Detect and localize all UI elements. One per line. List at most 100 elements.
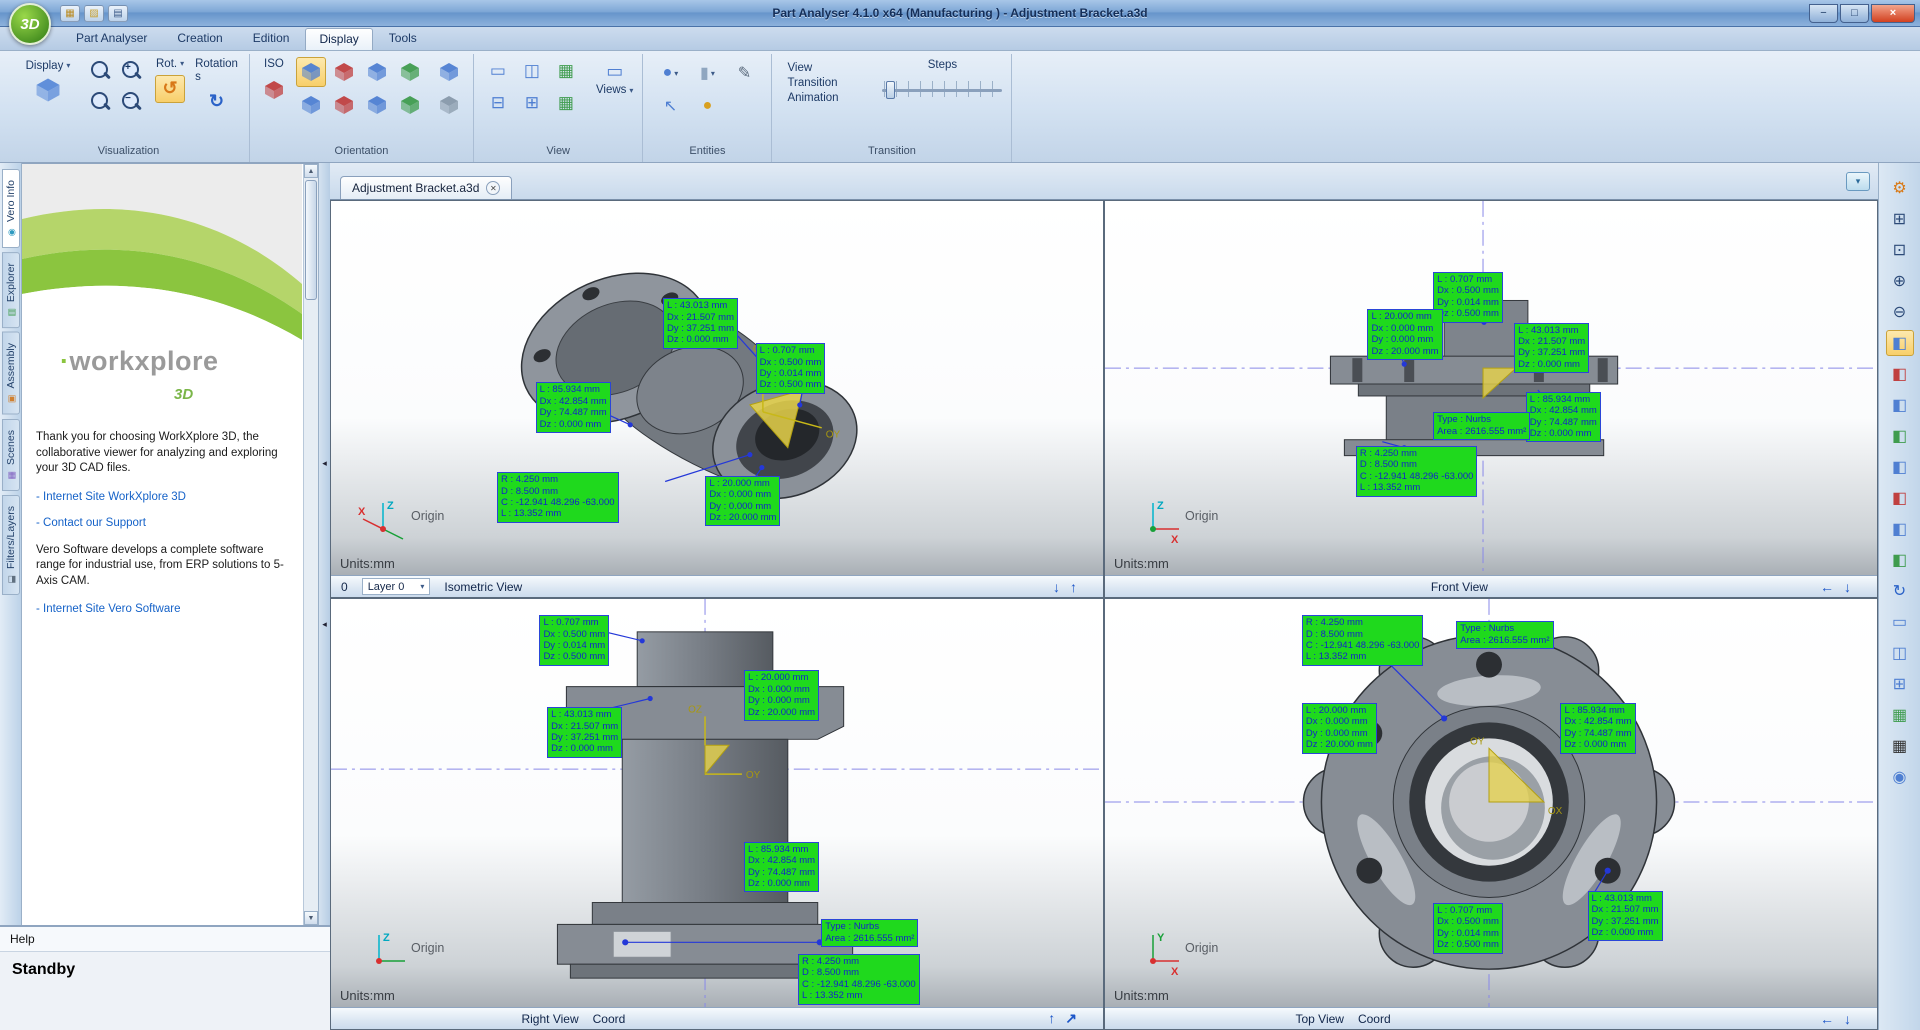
right-view-icon[interactable] <box>395 57 425 87</box>
sidebar-tab[interactable]: ▣ Assembly <box>2 332 20 415</box>
back-view-icon[interactable] <box>329 57 359 87</box>
zoom-fit-icon[interactable]: ⊞ <box>1886 206 1914 232</box>
front-view-cube-icon[interactable]: ◧ <box>1886 361 1914 387</box>
front-view-canvas[interactable]: L : 0.707 mm Dx : 0.500 mm Dy : 0.014 mm… <box>1105 201 1877 575</box>
right-view-cube-icon[interactable]: ◧ <box>1886 423 1914 449</box>
one-view-layout-icon[interactable]: ▭ <box>1886 609 1914 635</box>
measurement-label[interactable]: L : 20.000 mm Dx : 0.000 mm Dy : 0.000 m… <box>705 476 780 527</box>
iso-cube-icon[interactable] <box>259 75 289 105</box>
section-sphere-icon[interactable]: ◉ <box>1886 764 1914 790</box>
measurement-label[interactable]: L : 85.934 mm Dx : 42.854 mm Dy : 74.487… <box>744 842 819 893</box>
panel-splitter[interactable]: ◂ ◂ <box>318 163 330 925</box>
back-view-cube-icon[interactable]: ◧ <box>1886 516 1914 542</box>
ribbon-tab[interactable]: Display <box>305 28 372 50</box>
zoom-window-icon[interactable] <box>88 90 114 116</box>
views-button[interactable]: ▭ Views▾ <box>596 57 633 96</box>
two-views-layout-icon[interactable]: ◫ <box>1886 640 1914 666</box>
left-view-icon[interactable] <box>362 57 392 87</box>
measurement-label[interactable]: R : 4.250 mm D : 8.500 mm C : -12.941 48… <box>1356 446 1478 497</box>
zoom-out-icon[interactable]: − <box>119 90 145 116</box>
collapse-left-arrow-icon[interactable]: ◂ <box>322 458 327 469</box>
measurement-label[interactable]: L : 20.000 mm Dx : 0.000 mm Dy : 0.000 m… <box>744 670 819 721</box>
open-folder-icon[interactable]: ▨ <box>84 5 104 22</box>
display-button[interactable]: Display▾ <box>17 57 79 104</box>
app-logo-3d-icon[interactable]: 3D <box>9 3 51 45</box>
tab-bar-collapse-button[interactable]: ▾ <box>1846 172 1870 191</box>
scroll-down-arrow-icon[interactable]: ▼ <box>304 911 318 925</box>
settings-gear-icon[interactable]: ⚙ <box>1886 175 1914 201</box>
isometric-view-canvas[interactable]: OZ OY L : 43.013 m <box>331 201 1103 575</box>
measurement-label[interactable]: R : 4.250 mm D : 8.500 mm C : -12.941 48… <box>497 472 619 523</box>
four-views-layout-icon[interactable]: ⊞ <box>1886 671 1914 697</box>
view-nav-previous[interactable]: ← <box>1820 579 1834 595</box>
measurement-label[interactable]: L : 43.013 mm Dx : 21.507 mm Dy : 37.251… <box>547 707 622 758</box>
view-nav-next[interactable]: ↓ <box>1844 579 1851 595</box>
measurement-label[interactable]: Type : Nurbs Area : 2616.555 mm² <box>1433 412 1530 440</box>
sidebar-tab[interactable]: ▦ Scenes <box>2 419 20 491</box>
measurement-label[interactable]: L : 43.013 mm Dx : 21.507 mm Dy : 37.251… <box>663 298 738 349</box>
top-view-cube-icon[interactable]: ◧ <box>1886 454 1914 480</box>
right-view-canvas[interactable]: OZ OY L : 0.707 mm <box>331 599 1103 1007</box>
rotation-target-icon[interactable]: ↺ <box>155 75 185 103</box>
ribbon-tab[interactable]: Part Analyser <box>62 27 161 50</box>
entity-edit-icon[interactable]: ✎ <box>726 57 762 89</box>
steps-slider[interactable] <box>882 79 1002 101</box>
coord-button[interactable]: Coord <box>593 1012 626 1026</box>
iso-back-view-icon[interactable] <box>296 90 326 120</box>
entity-sphere-icon[interactable]: ● <box>689 90 725 122</box>
views-list-icon[interactable]: ▦ <box>551 89 581 117</box>
save-icon[interactable]: ▤ <box>108 5 128 22</box>
link-internet-site-vero[interactable]: - Internet Site Vero Software <box>36 603 296 615</box>
slider-thumb[interactable] <box>886 81 895 99</box>
hatch-grid-icon[interactable]: ▦ <box>1886 733 1914 759</box>
two-views-vertical-icon[interactable]: ◫ <box>517 57 547 85</box>
left-view-cube-icon[interactable]: ◧ <box>1886 392 1914 418</box>
front-view-icon[interactable] <box>329 90 359 120</box>
measurement-label[interactable]: L : 0.707 mm Dx : 0.500 mm Dy : 0.014 mm… <box>756 343 826 394</box>
align-face-cube-icon[interactable] <box>434 90 464 120</box>
iso-view-cube-icon[interactable]: ◧ <box>1886 330 1914 356</box>
iso-button[interactable]: ISO <box>262 57 286 72</box>
ribbon-tab[interactable]: Creation <box>163 27 236 50</box>
top-view-icon[interactable] <box>362 90 392 120</box>
views-table-layout-icon[interactable]: ▦ <box>1886 702 1914 728</box>
view-transition-animation-button[interactable]: View Transition Animation <box>781 57 861 110</box>
rotations-button[interactable]: Rotation s <box>193 57 240 84</box>
top-view-canvas[interactable]: OY OX Type : Nurbs <box>1105 599 1877 1007</box>
close-button[interactable]: × <box>1871 4 1915 23</box>
document-tab[interactable]: Adjustment Bracket.a3d ✕ <box>340 176 512 199</box>
view-nav-previous[interactable]: ← <box>1820 1011 1834 1027</box>
coord-button[interactable]: Coord <box>1358 1012 1391 1026</box>
measurement-label[interactable]: L : 43.013 mm Dx : 21.507 mm Dy : 37.251… <box>1588 891 1663 942</box>
measurement-label[interactable]: L : 85.934 mm Dx : 42.854 mm Dy : 74.487… <box>1560 703 1635 754</box>
measurement-label[interactable]: L : 0.707 mm Dx : 0.500 mm Dy : 0.014 mm… <box>539 615 609 666</box>
maximize-button[interactable]: □ <box>1840 4 1869 23</box>
entity-arrow-icon[interactable]: ↖ <box>652 90 688 122</box>
rotations-icon[interactable]: ↻ <box>202 87 232 115</box>
measurement-label[interactable]: L : 85.934 mm Dx : 42.854 mm Dy : 74.487… <box>1526 392 1601 443</box>
sidebar-tab[interactable]: ◉ Vero Info <box>2 169 20 248</box>
four-views-icon[interactable]: ⊞ <box>517 89 547 117</box>
view-nav-previous[interactable]: ↓ <box>1053 579 1060 595</box>
two-views-horizontal-icon[interactable]: ⊟ <box>483 89 513 117</box>
ribbon-tab[interactable]: Edition <box>239 27 304 50</box>
collapse-left-arrow-icon[interactable]: ◂ <box>322 619 327 630</box>
zoom-window-icon[interactable]: ⊡ <box>1886 237 1914 263</box>
measurement-label[interactable]: R : 4.250 mm D : 8.500 mm C : -12.941 48… <box>1302 615 1424 666</box>
measurement-label[interactable]: L : 20.000 mm Dx : 0.000 mm Dy : 0.000 m… <box>1367 309 1442 360</box>
dynamic-rotation-icon[interactable]: ↻ <box>1886 578 1914 604</box>
sidebar-tab[interactable]: ▤ Explorer <box>2 252 20 328</box>
tab-close-icon[interactable]: ✕ <box>486 181 500 195</box>
color-settings-icon[interactable]: ▦ <box>60 5 80 22</box>
view-nav-next[interactable]: ↓ <box>1844 1011 1851 1027</box>
measurement-label[interactable]: L : 0.707 mm Dx : 0.500 mm Dy : 0.014 mm… <box>1433 903 1503 954</box>
measurement-label[interactable]: R : 4.250 mm D : 8.500 mm C : -12.941 48… <box>798 954 920 1005</box>
view-nav-previous[interactable]: ↑ <box>1048 1010 1055 1027</box>
measurement-label[interactable]: L : 43.013 mm Dx : 21.507 mm Dy : 37.251… <box>1514 323 1589 374</box>
bottom-view-icon[interactable] <box>395 90 425 120</box>
zoom-extents-icon[interactable] <box>88 59 114 85</box>
scroll-up-arrow-icon[interactable]: ▲ <box>304 164 318 178</box>
measurement-label[interactable]: L : 0.707 mm Dx : 0.500 mm Dy : 0.014 mm… <box>1433 272 1503 323</box>
panel-scrollbar[interactable]: ▲ ▼ <box>303 164 318 925</box>
minimize-button[interactable]: − <box>1809 4 1838 23</box>
